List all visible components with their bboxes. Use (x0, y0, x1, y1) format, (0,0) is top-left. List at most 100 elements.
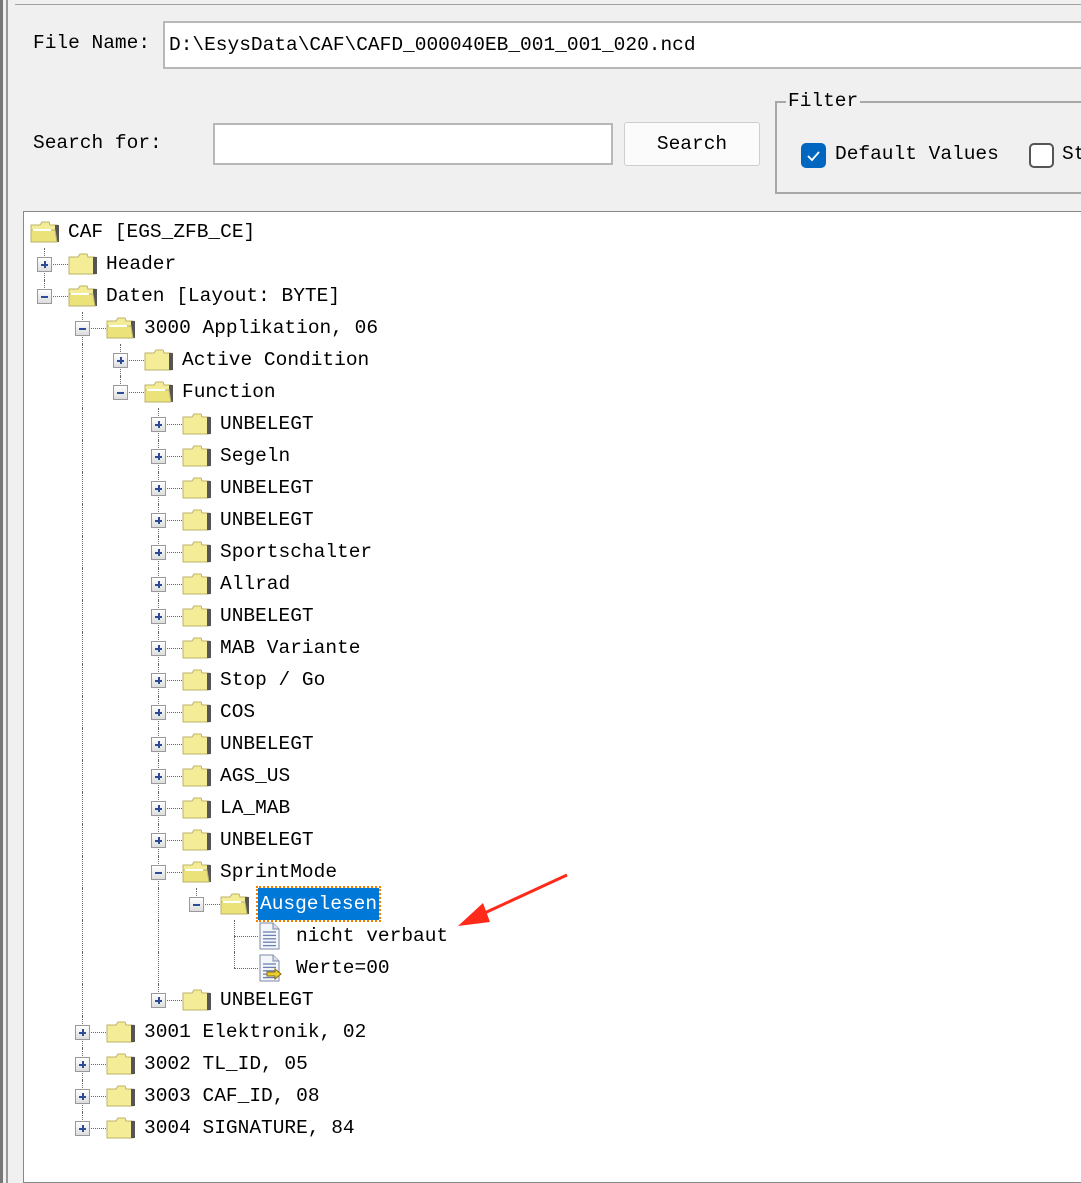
collapse-icon[interactable] (75, 321, 90, 336)
tree-node-label: Daten [Layout: BYTE] (106, 285, 341, 307)
expand-icon[interactable] (75, 1025, 90, 1040)
folder-icon (144, 349, 174, 382)
expand-icon[interactable] (151, 609, 166, 624)
tree-line (82, 824, 83, 856)
tree-node-label: Werte=00 (296, 957, 390, 979)
folder-icon (182, 829, 212, 862)
tree-node-label: 3000 Applikation, 06 (144, 317, 379, 339)
folder-icon (182, 797, 212, 830)
tree-node-label: UNBELEGT (220, 477, 314, 499)
tree-node-label: UNBELEGT (220, 989, 314, 1011)
collapse-icon[interactable] (37, 289, 52, 304)
folder-icon (182, 509, 212, 542)
folder-icon (182, 573, 212, 606)
tree-line (82, 760, 83, 792)
tree-line (82, 344, 83, 376)
tree-line (82, 632, 83, 664)
tree-node-label: UNBELEGT (220, 829, 314, 851)
collapse-icon[interactable] (151, 865, 166, 880)
tree-node-label: MAB Variante (220, 637, 361, 659)
tree-line (234, 952, 235, 968)
folder-icon (182, 701, 212, 734)
tree-line (158, 920, 159, 952)
tree-line (158, 952, 159, 984)
folder-icon (106, 1053, 136, 1086)
tree-node-label: UNBELEGT (220, 509, 314, 531)
expand-icon[interactable] (151, 641, 166, 656)
tree-line (234, 936, 258, 937)
tree-line (82, 952, 83, 984)
tree-node-label: 3001 Elektronik, 02 (144, 1021, 367, 1043)
expand-icon[interactable] (75, 1057, 90, 1072)
filter-option-2-label: St (1062, 143, 1081, 165)
expand-icon[interactable] (151, 801, 166, 816)
tree-node-label: Segeln (220, 445, 291, 467)
default-values-checkbox[interactable] (801, 143, 826, 168)
tree-node-label: Stop / Go (220, 669, 326, 691)
expand-icon[interactable] (113, 353, 128, 368)
tree-line (82, 920, 83, 952)
folder-icon (182, 445, 212, 478)
expand-icon[interactable] (151, 833, 166, 848)
panel-top-border (15, 4, 1081, 5)
tree-line (82, 440, 83, 472)
expand-icon[interactable] (151, 545, 166, 560)
expand-icon[interactable] (151, 449, 166, 464)
tree-node-label: LA_MAB (220, 797, 291, 819)
tree-node-label: Function (182, 381, 276, 403)
tree-line (82, 408, 83, 440)
filter-title: Filter (786, 90, 861, 112)
tree-line (234, 968, 258, 969)
expand-icon[interactable] (37, 257, 52, 272)
search-input[interactable] (213, 123, 613, 165)
tree-line (82, 376, 83, 408)
folder-open-icon (220, 893, 250, 926)
tree-line (82, 536, 83, 568)
tree-node-label: UNBELEGT (220, 733, 314, 755)
tree-line (82, 472, 83, 504)
tree-node-label: AGS_US (220, 765, 291, 787)
search-button[interactable]: Search (624, 122, 760, 166)
folder-icon (182, 733, 212, 766)
tree-line (82, 696, 83, 728)
tree-node-label: UNBELEGT (220, 413, 314, 435)
expand-icon[interactable] (151, 513, 166, 528)
folder-icon (68, 253, 98, 286)
folder-open-icon (106, 317, 136, 350)
expand-icon[interactable] (151, 737, 166, 752)
tree-node-label: Allrad (220, 573, 291, 595)
expand-icon[interactable] (151, 769, 166, 784)
expand-icon[interactable] (151, 993, 166, 1008)
folder-open-icon (68, 285, 98, 318)
tree-node-label: 3003 CAF_ID, 08 (144, 1085, 320, 1107)
file-name-field[interactable]: D:\EsysData\CAF\CAFD_000040EB_001_001_02… (163, 21, 1081, 69)
tree-line (82, 600, 83, 632)
search-label: Search for: (33, 132, 162, 154)
tree-line (82, 792, 83, 824)
folder-icon (182, 765, 212, 798)
default-values-label: Default Values (835, 143, 999, 165)
expand-icon[interactable] (151, 577, 166, 592)
tree-node-label: SprintMode (220, 861, 338, 883)
tree-line (82, 728, 83, 760)
collapse-icon[interactable] (113, 385, 128, 400)
folder-icon (106, 1117, 136, 1150)
tree-view[interactable]: CAF [EGS_ZFB_CE] Header Daten [Layout: BYT… (23, 211, 1081, 1183)
expand-icon[interactable] (75, 1121, 90, 1136)
tree-node-label: UNBELEGT (220, 605, 314, 627)
expand-icon[interactable] (151, 705, 166, 720)
expand-icon[interactable] (151, 481, 166, 496)
folder-icon (182, 477, 212, 510)
expand-icon[interactable] (151, 673, 166, 688)
collapse-icon[interactable] (189, 897, 204, 912)
filter-option-2-checkbox[interactable] (1029, 143, 1054, 168)
tree-node-label: Sportschalter (220, 541, 373, 563)
expand-icon[interactable] (151, 417, 166, 432)
folder-open-icon (144, 381, 174, 414)
folder-open-icon (182, 861, 212, 894)
tree-line (82, 568, 83, 600)
expand-icon[interactable] (75, 1089, 90, 1104)
tree-node-label: Ausgelesen (255, 886, 382, 922)
tree-line (82, 504, 83, 536)
check-icon (807, 151, 820, 162)
